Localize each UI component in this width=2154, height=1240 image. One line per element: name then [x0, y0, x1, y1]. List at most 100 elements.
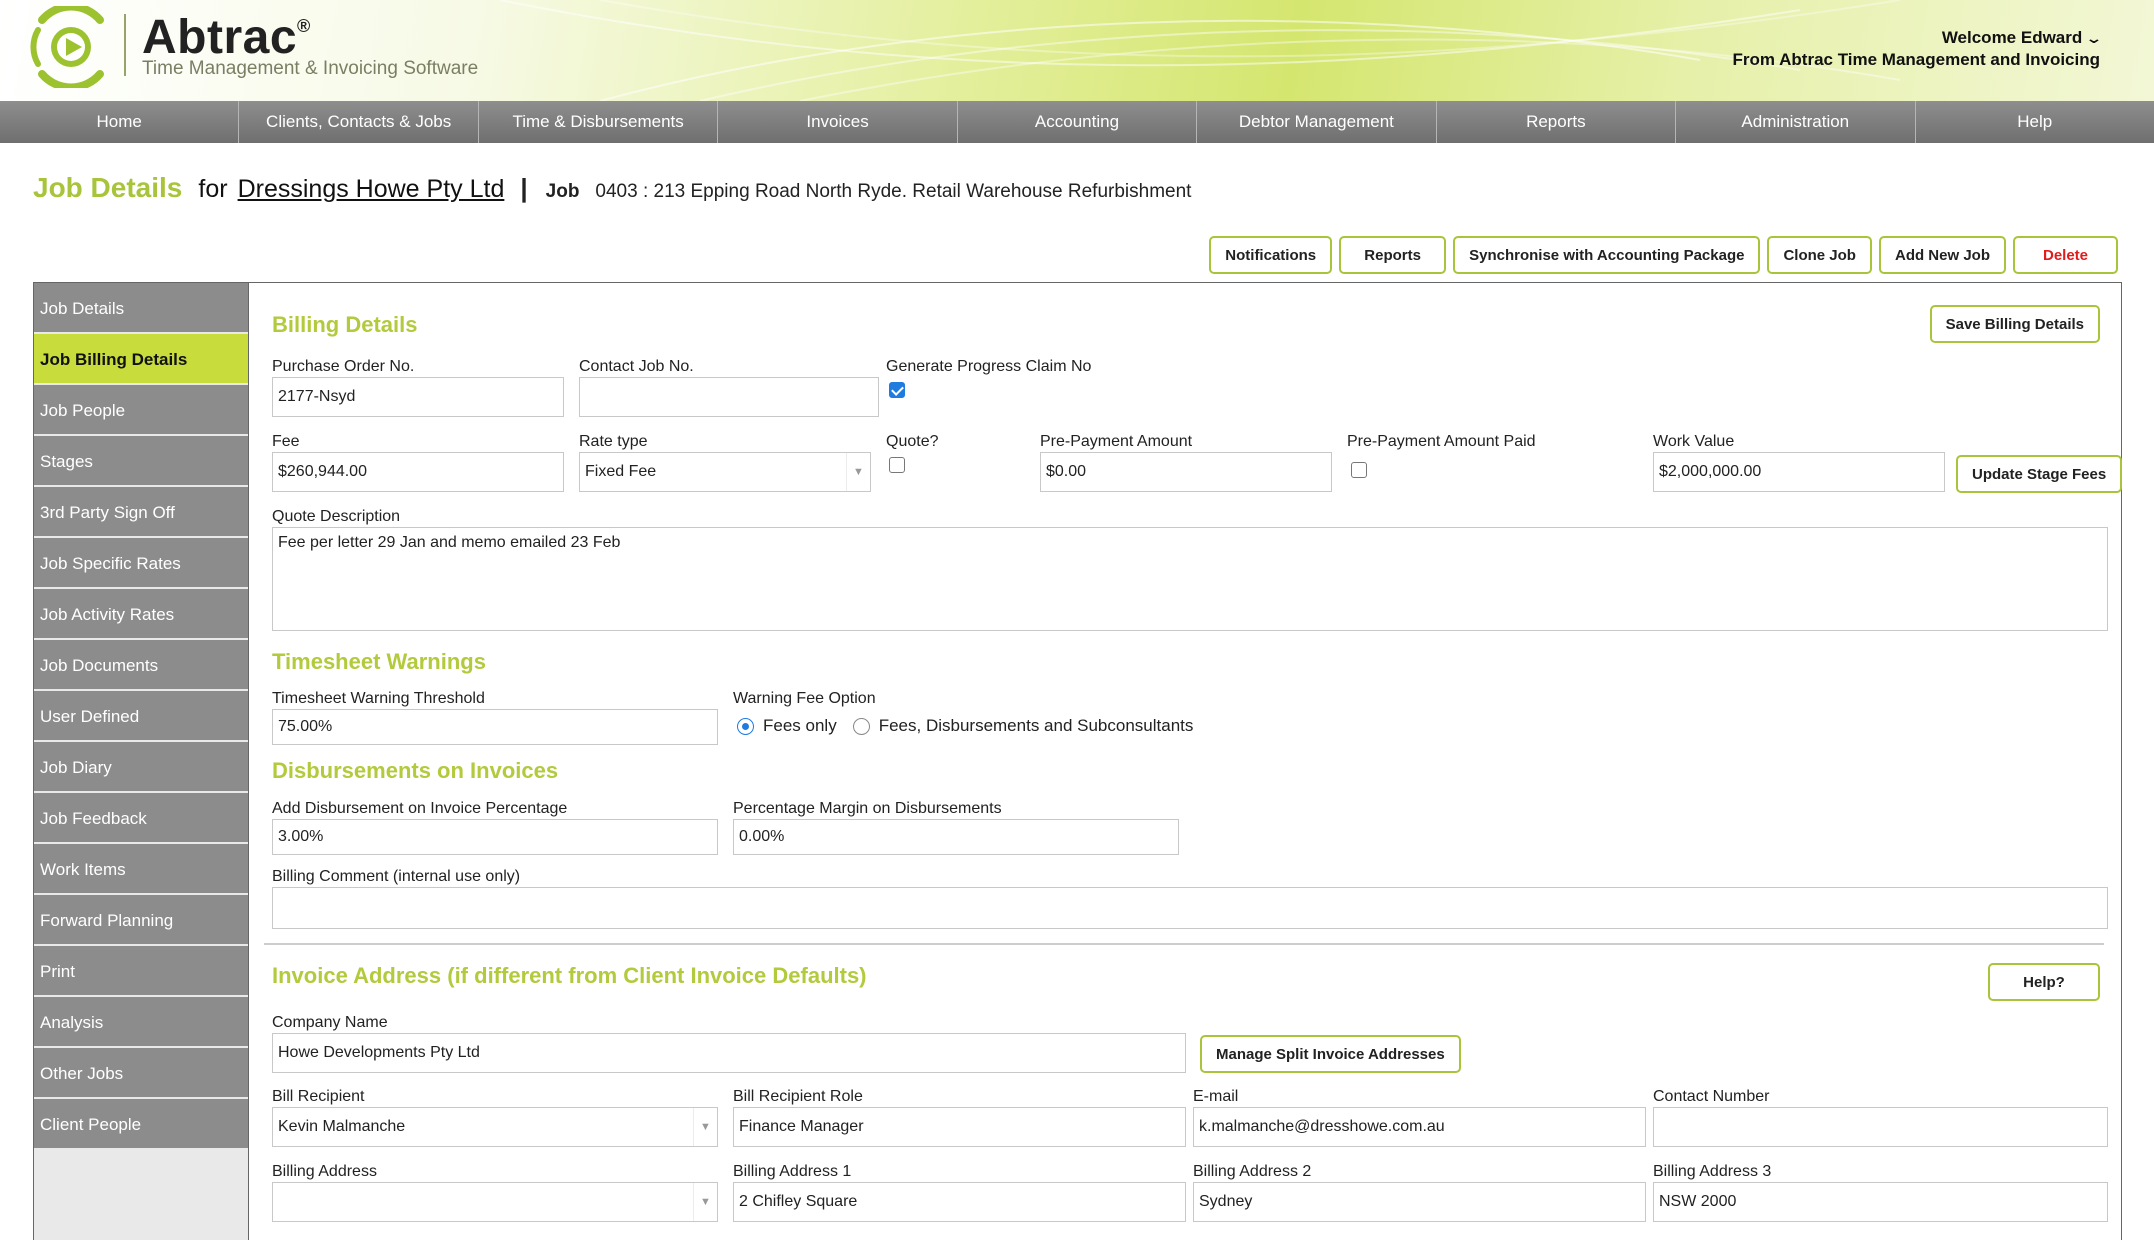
timesheet-threshold-label: Timesheet Warning Threshold — [272, 690, 485, 707]
bill-recipient-role-label: Bill Recipient Role — [733, 1088, 863, 1105]
margin-disbursements-label: Percentage Margin on Disbursements — [733, 800, 1002, 817]
sidebar-item-job-activity-rates[interactable]: Job Activity Rates — [34, 589, 248, 640]
logo-divider — [124, 14, 126, 76]
page-title: Job Details — [33, 172, 183, 203]
manage-split-invoice-button[interactable]: Manage Split Invoice Addresses — [1200, 1035, 1461, 1073]
job-label: Job — [545, 181, 580, 202]
job-action-bar: Notifications Reports Synchronise with A… — [1209, 236, 2118, 274]
work-value-label: Work Value — [1653, 433, 1735, 450]
client-link[interactable]: Dressings Howe Pty Ltd — [238, 175, 505, 204]
sidebar-item-job-people[interactable]: Job People — [34, 385, 248, 436]
sidebar-item-job-details[interactable]: Job Details — [34, 283, 248, 334]
billing-comment-label: Billing Comment (internal use only) — [272, 868, 521, 885]
chevron-down-icon[interactable]: ⌄ — [2085, 30, 2103, 47]
sidebar-item-job-billing-details[interactable]: Job Billing Details — [34, 334, 248, 385]
sidebar-item-3rd-party-sign-off[interactable]: 3rd Party Sign Off — [34, 487, 248, 538]
company-name-input[interactable]: Howe Developments Pty Ltd — [272, 1033, 1186, 1073]
billing-address-2-input[interactable]: Sydney — [1193, 1182, 1646, 1222]
job-sidebar: Job Details Job Billing Details Job Peop… — [34, 283, 249, 1240]
sidebar-item-work-items[interactable]: Work Items — [34, 844, 248, 895]
email-label: E-mail — [1193, 1088, 1239, 1105]
for-label: for — [198, 175, 228, 203]
email-input[interactable]: k.malmanche@dresshowe.com.au — [1193, 1107, 1646, 1147]
pre-payment-paid-checkbox[interactable] — [1351, 462, 1367, 478]
progress-claim-checkbox[interactable] — [889, 382, 905, 398]
add-disbursement-pct-input[interactable]: 3.00% — [272, 819, 718, 855]
rate-type-value: Fixed Fee — [585, 463, 657, 480]
sidebar-item-forward-planning[interactable]: Forward Planning — [34, 895, 248, 946]
job-value: 0403 : 213 Epping Road North Ryde. Retai… — [595, 181, 1192, 202]
sidebar-item-client-people[interactable]: Client People — [34, 1099, 248, 1150]
work-value-input[interactable]: $2,000,000.00 — [1653, 452, 1945, 492]
nav-item-help[interactable]: Help — [1916, 101, 2154, 143]
dropdown-arrow-icon[interactable]: ▼ — [846, 453, 870, 491]
nav-item-reports[interactable]: Reports — [1437, 101, 1677, 143]
timesheet-warnings-title: Timesheet Warnings — [272, 649, 486, 674]
nav-item-clients-contacts-jobs[interactable]: Clients, Contacts & Jobs — [239, 101, 479, 143]
disbursements-title: Disbursements on Invoices — [272, 758, 559, 783]
billing-comment-input[interactable] — [272, 887, 2108, 929]
fees-only-radio[interactable] — [737, 717, 754, 735]
sidebar-item-stages[interactable]: Stages — [34, 436, 248, 487]
bill-recipient-select[interactable]: Kevin Malmanche ▼ — [272, 1107, 718, 1147]
delete-button[interactable]: Delete — [2013, 236, 2118, 274]
clone-job-button[interactable]: Clone Job — [1767, 236, 1872, 274]
billing-address-2-label: Billing Address 2 — [1193, 1163, 1312, 1180]
save-billing-details-button[interactable]: Save Billing Details — [1929, 305, 2100, 343]
fees-only-label: Fees only — [763, 716, 837, 735]
warning-fee-option-label: Warning Fee Option — [733, 690, 876, 707]
contact-job-label: Contact Job No. — [579, 358, 694, 375]
contact-number-input[interactable] — [1653, 1107, 2108, 1147]
sidebar-item-job-diary[interactable]: Job Diary — [34, 742, 248, 793]
sidebar-item-job-feedback[interactable]: Job Feedback — [34, 793, 248, 844]
welcome-text: Welcome Edward — [1941, 28, 2083, 47]
margin-disbursements-input[interactable]: 0.00% — [733, 819, 1179, 855]
title-separator: | — [520, 173, 528, 203]
rate-type-select[interactable]: Fixed Fee ▼ — [579, 452, 871, 492]
brand-name: Abtrac® — [142, 11, 311, 64]
sidebar-item-other-jobs[interactable]: Other Jobs — [34, 1048, 248, 1099]
update-stage-fees-button[interactable]: Update Stage Fees — [1956, 455, 2123, 493]
main-frame: Job Details Job Billing Details Job Peop… — [33, 282, 2123, 1240]
quote-description-label: Quote Description — [272, 508, 401, 525]
notifications-button[interactable]: Notifications — [1209, 236, 1333, 274]
fees-disbursements-radio[interactable] — [852, 717, 870, 735]
nav-item-accounting[interactable]: Accounting — [958, 101, 1198, 143]
sidebar-item-job-specific-rates[interactable]: Job Specific Rates — [34, 538, 248, 589]
fee-input[interactable]: $260,944.00 — [272, 452, 564, 492]
dropdown-arrow-icon[interactable]: ▼ — [693, 1108, 717, 1146]
timesheet-threshold-input[interactable]: 75.00% — [272, 709, 718, 745]
pre-payment-amount-input[interactable]: $0.00 — [1040, 452, 1332, 492]
nav-item-home[interactable]: Home — [0, 101, 240, 143]
nav-item-invoices[interactable]: Invoices — [718, 101, 958, 143]
quote-label: Quote? — [886, 433, 939, 450]
sidebar-item-print[interactable]: Print — [34, 946, 248, 997]
user-menu[interactable]: Welcome Edward ⌄ — [1941, 28, 2103, 48]
pre-payment-paid-label: Pre-Payment Amount Paid — [1347, 433, 1536, 450]
reports-button[interactable]: Reports — [1339, 236, 1447, 274]
bill-recipient-role-input[interactable]: Finance Manager — [733, 1107, 1186, 1147]
contact-job-input[interactable] — [579, 377, 879, 417]
brand-tagline: Time Management & Invoicing Software — [142, 58, 479, 79]
sidebar-item-analysis[interactable]: Analysis — [34, 997, 248, 1048]
abtrac-logo-icon — [30, 6, 104, 88]
help-button[interactable]: Help? — [1988, 963, 2100, 1001]
billing-address-1-input[interactable]: 2 Chifley Square — [733, 1182, 1186, 1222]
warning-fee-option-group: Fees only Fees, Disbursements and Subcon… — [737, 716, 1209, 736]
sidebar-item-job-documents[interactable]: Job Documents — [34, 640, 248, 691]
quote-description-textarea[interactable]: Fee per letter 29 Jan and memo emailed 2… — [272, 527, 2108, 631]
sidebar-item-user-defined[interactable]: User Defined — [34, 691, 248, 742]
quote-checkbox[interactable] — [889, 457, 905, 473]
nav-item-debtor-management[interactable]: Debtor Management — [1197, 101, 1437, 143]
welcome-subtitle: From Abtrac Time Management and Invoicin… — [1732, 50, 2100, 69]
billing-address-3-input[interactable]: NSW 2000 — [1653, 1182, 2108, 1222]
purchase-order-input[interactable]: 2177-Nsyd — [272, 377, 564, 417]
nav-item-time-disbursements[interactable]: Time & Disbursements — [479, 101, 719, 143]
billing-address-select[interactable]: ▼ — [272, 1182, 718, 1222]
purchase-order-label: Purchase Order No. — [272, 358, 415, 375]
nav-item-administration[interactable]: Administration — [1676, 101, 1916, 143]
add-new-job-button[interactable]: Add New Job — [1878, 236, 2006, 274]
progress-claim-label: Generate Progress Claim No — [886, 358, 1092, 375]
dropdown-arrow-icon[interactable]: ▼ — [693, 1183, 717, 1221]
synchronise-button[interactable]: Synchronise with Accounting Package — [1453, 236, 1761, 274]
